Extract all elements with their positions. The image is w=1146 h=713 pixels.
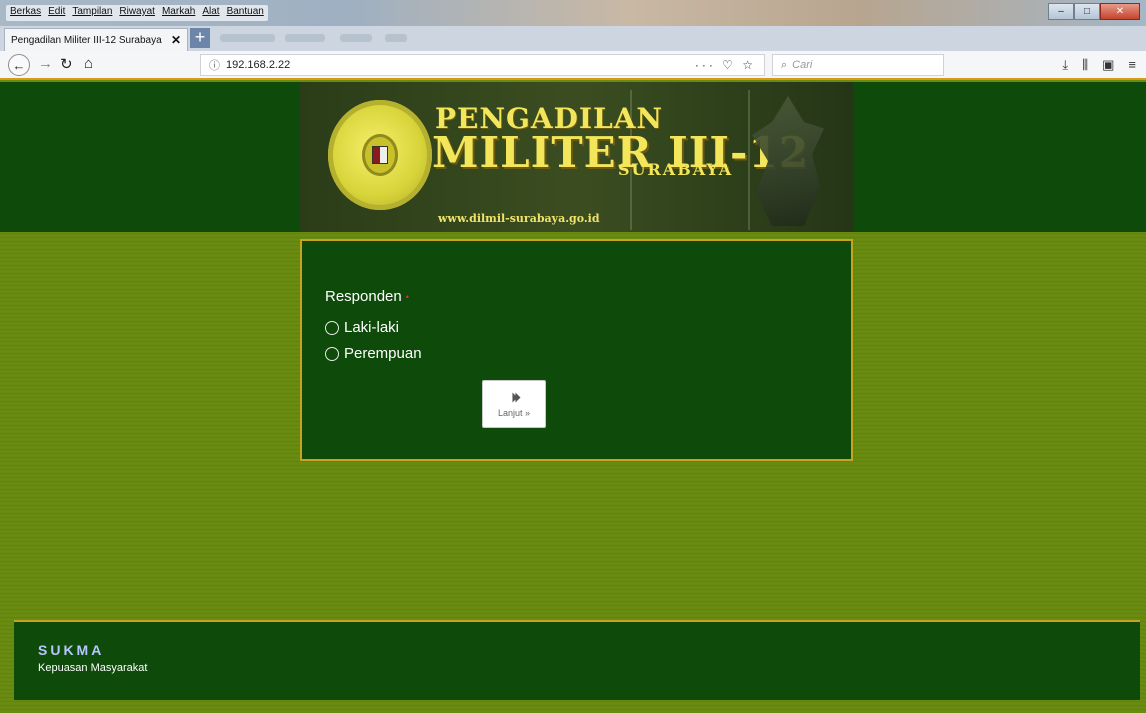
url-text: 192.168.2.22 [226, 59, 291, 71]
nav-toolbar: ← → ↻ ⌂ ⓘ 192.168.2.22 ··· ♡ ☆ ⌕ Cari ⤓ … [0, 51, 1146, 80]
new-tab-button[interactable]: + [190, 28, 210, 48]
radio-perempuan[interactable] [325, 346, 339, 361]
url-bar[interactable]: ⓘ 192.168.2.22 ··· ♡ ☆ [200, 54, 765, 76]
page-content: PENGADILAN MILITER III-12 SURABAYA www.d… [0, 82, 1146, 713]
option-perempuan[interactable]: Perempuan [325, 345, 422, 362]
menu-edit[interactable]: Edit [48, 6, 65, 20]
blurred-bookmark [340, 34, 372, 42]
info-icon[interactable]: ⓘ [209, 57, 220, 73]
home-icon[interactable]: ⌂ [84, 55, 93, 72]
tab-strip: Pengadilan Militer III-12 Surabaya ✕ + [0, 26, 1146, 51]
question-text: Responden [325, 288, 402, 305]
library-icon[interactable]: ⫼ [1082, 57, 1088, 73]
footer-subtitle: Kepuasan Masyarakat [38, 662, 148, 674]
radio-laki-laki[interactable] [325, 320, 339, 335]
search-icon: ⌕ [781, 58, 788, 71]
next-button[interactable]: ⏵⏵ Lanjut » [482, 380, 546, 428]
maximize-button[interactable]: □ [1074, 3, 1100, 20]
next-button-label: Lanjut » [497, 408, 531, 418]
option-label: Laki-laki [344, 319, 400, 336]
blurred-bookmark [385, 34, 407, 42]
required-mark: • [405, 292, 409, 303]
forward-icon[interactable]: → [38, 55, 53, 72]
hamburger-menu-icon[interactable]: ≡ [1128, 57, 1136, 73]
reload-icon[interactable]: ↻ [60, 55, 73, 73]
download-icon[interactable]: ⤓ [1062, 57, 1068, 73]
search-input[interactable]: ⌕ Cari [772, 54, 944, 76]
menu-alat[interactable]: Alat [202, 6, 219, 20]
site-footer: SUKMA Kepuasan Masyarakat [14, 620, 1140, 700]
shield-emblem-icon [372, 146, 388, 164]
menu-bar: Berkas Edit Tampilan Riwayat Markah Alat… [6, 5, 268, 21]
question-label: Responden • [325, 288, 409, 305]
menu-riwayat[interactable]: Riwayat [119, 6, 155, 20]
sidebar-icon[interactable]: ▣ [1102, 57, 1114, 73]
survey-form-panel: Responden • Laki-laki Perempuan ⏵⏵ Lanjut… [300, 239, 853, 461]
fast-forward-icon: ⏵⏵ [511, 389, 521, 405]
tab-close-icon[interactable]: ✕ [171, 33, 181, 47]
footer-title: SUKMA [38, 642, 105, 658]
toolbar-right-icons: ⤓ ⫼ ▣ ≡ [1062, 57, 1136, 73]
court-seal-logo [328, 100, 432, 210]
site-banner: PENGADILAN MILITER III-12 SURABAYA www.d… [300, 82, 853, 232]
tab-active[interactable]: Pengadilan Militer III-12 Surabaya ✕ [4, 28, 188, 51]
blurred-bookmark [285, 34, 325, 42]
banner-website: www.dilmil-surabaya.go.id [438, 212, 600, 225]
menu-markah[interactable]: Markah [162, 6, 195, 20]
blurred-bookmark [220, 34, 275, 42]
tab-title: Pengadilan Militer III-12 Surabaya [11, 34, 162, 46]
minimize-button[interactable]: – [1048, 3, 1074, 20]
back-icon[interactable]: ← [8, 54, 30, 76]
menu-tampilan[interactable]: Tampilan [72, 6, 112, 20]
banner-title-line3: SURABAYA [618, 160, 734, 179]
menu-berkas[interactable]: Berkas [10, 6, 41, 20]
option-laki-laki[interactable]: Laki-laki [325, 319, 399, 336]
menu-bantuan[interactable]: Bantuan [227, 6, 264, 20]
page-actions-icons[interactable]: ··· ♡ ☆ [695, 58, 756, 72]
option-label: Perempuan [344, 345, 422, 362]
window-controls: – □ ✕ [1048, 3, 1140, 20]
window-titlebar: Berkas Edit Tampilan Riwayat Markah Alat… [0, 0, 1146, 26]
close-window-button[interactable]: ✕ [1100, 3, 1140, 20]
search-placeholder: Cari [792, 59, 813, 71]
